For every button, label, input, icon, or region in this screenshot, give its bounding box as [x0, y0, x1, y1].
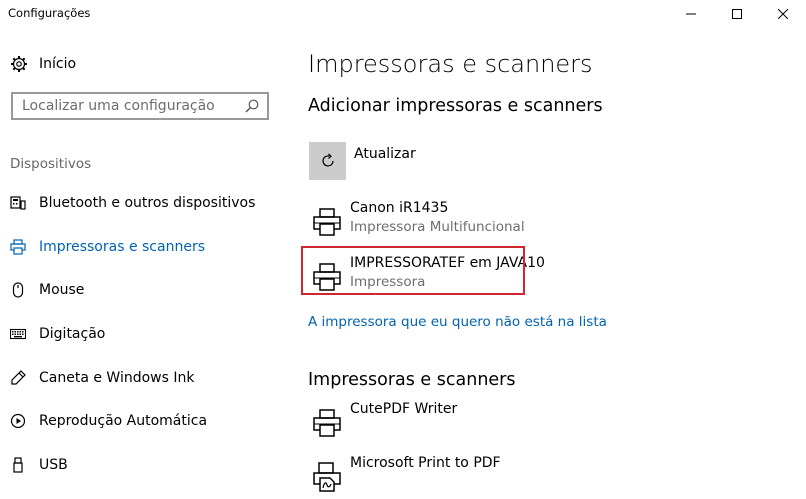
refresh-label[interactable]: Atualizar	[354, 146, 416, 162]
sidebar-item-mouse[interactable]: Mouse	[0, 268, 290, 312]
sidebar-nav: Bluetooth e outros dispositivos Impresso…	[0, 181, 290, 487]
minimize-button[interactable]	[668, 0, 714, 28]
page-title: Impressoras e scanners	[308, 50, 593, 78]
search-icon[interactable]	[245, 99, 259, 113]
device-name: Canon iR1435	[350, 200, 449, 216]
device-type: Impressora Multifuncional	[350, 219, 525, 235]
sidebar-item-label: Digitação	[39, 325, 106, 342]
add-printers-heading: Adicionar impressoras e scanners	[308, 96, 603, 116]
maximize-button[interactable]	[714, 0, 760, 28]
sidebar-item-printers[interactable]: Impressoras e scanners	[0, 225, 290, 269]
keyboard-icon	[10, 328, 26, 339]
mouse-icon	[12, 282, 24, 298]
sidebar-item-usb[interactable]: USB	[0, 443, 290, 487]
device-name: CutePDF Writer	[350, 401, 458, 417]
refresh-icon	[321, 153, 334, 167]
device-name: IMPRESSORATEF em JAVA10	[350, 255, 545, 271]
pen-icon	[11, 369, 26, 385]
device-item-cutepdf[interactable]: CutePDF Writer	[308, 401, 788, 445]
printer-icon	[313, 263, 341, 291]
sidebar-item-label: Caneta e Windows Ink	[39, 369, 195, 386]
title-bar: Configurações	[0, 0, 806, 28]
bluetooth-devices-icon	[10, 196, 26, 210]
sidebar-item-pen[interactable]: Caneta e Windows Ink	[0, 356, 290, 400]
home-label: Início	[39, 56, 77, 72]
sidebar-item-bluetooth[interactable]: Bluetooth e outros dispositivos	[0, 181, 290, 225]
autoplay-icon	[10, 414, 26, 429]
sidebar-item-label: Reprodução Automática	[39, 413, 208, 430]
sidebar-item-typing[interactable]: Digitação	[0, 312, 290, 356]
window-controls	[668, 0, 806, 28]
pdf-printer-icon	[313, 462, 341, 492]
sidebar-item-label: Impressoras e scanners	[39, 238, 205, 255]
search-input[interactable]: Localizar uma configuração	[13, 98, 245, 114]
refresh-button[interactable]	[309, 142, 346, 180]
close-icon	[778, 9, 788, 19]
printer-not-listed-link[interactable]: A impressora que eu quero não está na li…	[308, 314, 607, 330]
sidebar: Início Localizar uma configuração Dispos…	[0, 28, 290, 487]
printer-icon	[10, 238, 26, 255]
device-item-microsoft-print-to-pdf[interactable]: Microsoft Print to PDF	[308, 455, 788, 499]
minimize-icon	[686, 13, 696, 15]
section-label-devices: Dispositivos	[10, 156, 92, 172]
installed-printers-heading: Impressoras e scanners	[308, 370, 516, 390]
usb-icon	[13, 457, 23, 473]
maximize-icon	[732, 9, 742, 19]
close-button[interactable]	[760, 0, 806, 28]
printer-icon	[313, 208, 341, 236]
device-item-impressoratef[interactable]: IMPRESSORATEF em JAVA10 Impressora	[308, 255, 788, 299]
printer-icon	[313, 409, 341, 437]
sidebar-item-label: Bluetooth e outros dispositivos	[39, 194, 256, 211]
home-link[interactable]: Início	[10, 55, 76, 73]
sidebar-item-label: USB	[39, 456, 68, 473]
sidebar-item-label: Mouse	[39, 282, 85, 299]
device-item-canon[interactable]: Canon iR1435 Impressora Multifuncional	[308, 200, 788, 244]
search-box[interactable]: Localizar uma configuração	[11, 92, 269, 120]
device-type: Impressora	[350, 274, 426, 290]
window-title: Configurações	[8, 6, 91, 20]
gear-icon	[11, 56, 27, 72]
sidebar-item-autoplay[interactable]: Reprodução Automática	[0, 399, 290, 443]
device-name: Microsoft Print to PDF	[350, 455, 501, 471]
